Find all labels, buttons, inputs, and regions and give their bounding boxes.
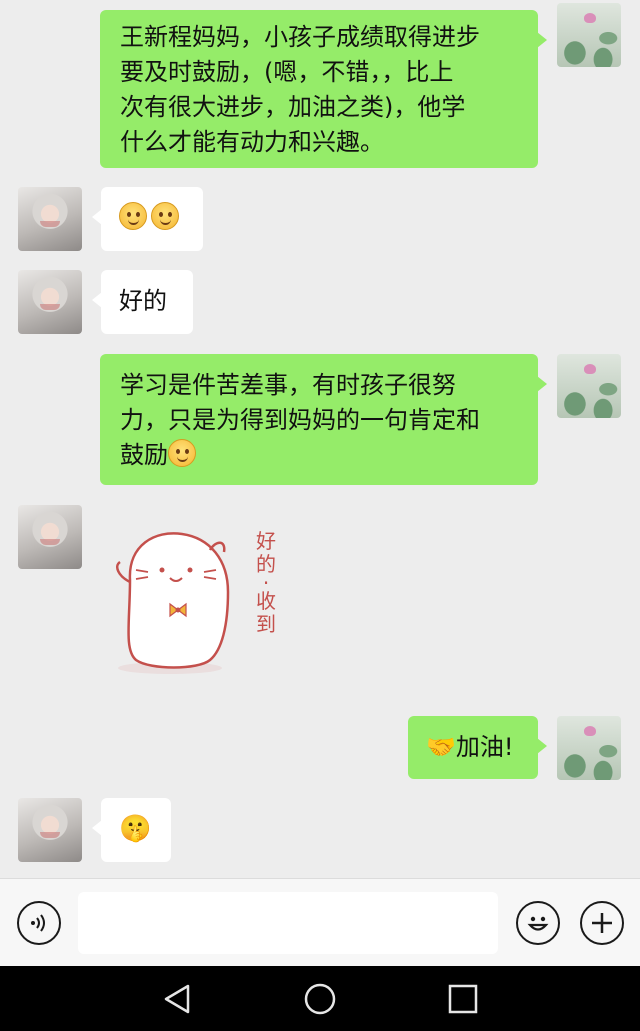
contact-avatar[interactable] bbox=[18, 270, 82, 334]
self-avatar[interactable] bbox=[557, 354, 621, 418]
chat-area: 王新程妈妈，小孩子成绩取得进步 要及时鼓励，(嗯，不错，，比上 次有很大进步，加… bbox=[0, 0, 640, 878]
contact-avatar[interactable] bbox=[18, 505, 82, 569]
shush-emoji: 🤫 bbox=[119, 814, 152, 844]
message-bubble-other[interactable]: 好的 bbox=[92, 270, 193, 334]
emoji-button[interactable] bbox=[516, 901, 560, 945]
system-navbar bbox=[0, 966, 640, 1031]
back-triangle-icon[interactable] bbox=[160, 982, 194, 1016]
message-text: 🤝加油! bbox=[426, 733, 514, 761]
message-line: 学习是件苦差事，有时孩子很努 bbox=[120, 371, 456, 399]
input-bar bbox=[0, 878, 640, 966]
self-avatar[interactable] bbox=[557, 3, 621, 67]
voice-button[interactable] bbox=[17, 901, 61, 945]
message-line: 鼓励 bbox=[120, 438, 538, 473]
plus-icon bbox=[592, 913, 612, 933]
contact-avatar[interactable] bbox=[18, 187, 82, 251]
message-line-text: 鼓励 bbox=[120, 441, 168, 469]
smile-emoji bbox=[151, 202, 179, 230]
message-line: 力，只是为得到妈妈的一句肯定和 bbox=[120, 406, 480, 434]
smile-emoji bbox=[119, 202, 147, 230]
message-bubble-self[interactable]: 王新程妈妈，小孩子成绩取得进步 要及时鼓励，(嗯，不错，，比上 次有很大进步，加… bbox=[100, 10, 547, 168]
message-input[interactable] bbox=[78, 892, 498, 954]
message-line: 什么才能有动力和兴趣。 bbox=[120, 128, 384, 156]
sticker-caption-char: 好 bbox=[256, 529, 276, 553]
sticker-caption: 好 的 · 收 到 bbox=[253, 530, 279, 636]
cat-sticker[interactable]: 好 的 · 收 到 bbox=[110, 520, 290, 680]
message-bubble-other[interactable] bbox=[92, 187, 203, 251]
self-avatar[interactable] bbox=[557, 716, 621, 780]
sticker-caption-char: 到 bbox=[256, 612, 276, 636]
message-text: 好的 bbox=[119, 287, 167, 315]
message-bubble-self[interactable]: 🤝加油! bbox=[408, 716, 547, 779]
sticker-caption-char: 收 bbox=[256, 589, 276, 613]
emoji-icon bbox=[527, 916, 549, 931]
message-bubble-self[interactable]: 学习是件苦差事，有时孩子很努 力，只是为得到妈妈的一句肯定和 鼓励 bbox=[100, 354, 547, 485]
message-line: 王新程妈妈，小孩子成绩取得进步 bbox=[120, 23, 480, 51]
plus-button[interactable] bbox=[580, 901, 624, 945]
home-circle-icon[interactable] bbox=[303, 982, 337, 1016]
message-bubble-other[interactable]: 🤫 bbox=[92, 798, 171, 862]
smile-emoji bbox=[168, 439, 196, 467]
recents-square-icon[interactable] bbox=[446, 982, 480, 1016]
sticker-caption-char: · bbox=[262, 571, 270, 595]
contact-avatar[interactable] bbox=[18, 798, 82, 862]
voice-icon bbox=[31, 914, 45, 932]
message-line: 次有很大进步，加油之类)，他学 bbox=[120, 93, 466, 121]
message-line: 要及时鼓励，(嗯，不错，，比上 bbox=[120, 58, 454, 86]
